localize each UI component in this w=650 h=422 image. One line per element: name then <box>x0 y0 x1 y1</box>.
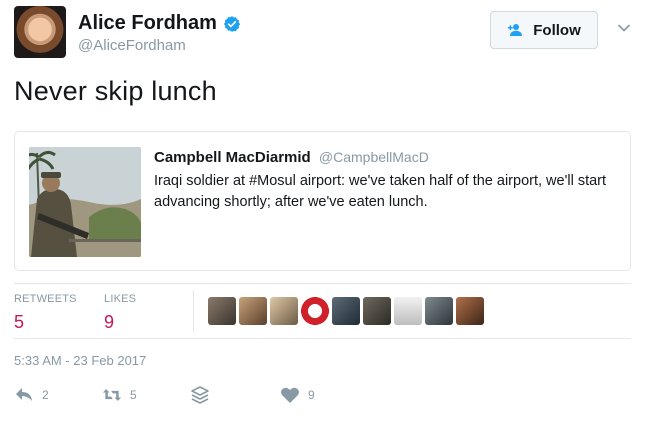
follow-button-label: Follow <box>533 21 581 39</box>
tweet-timestamp[interactable]: 5:33 AM - 23 Feb 2017 <box>14 353 146 368</box>
tweet-header: Alice Fordham @AliceFordham Follow <box>14 6 636 60</box>
heart-icon <box>281 387 299 403</box>
retweets-stat[interactable]: RETWEETS 5 <box>14 293 77 333</box>
author-avatar[interactable] <box>14 6 66 58</box>
liker-avatar[interactable] <box>301 297 329 325</box>
like-count: 9 <box>308 388 315 402</box>
likes-value: 9 <box>104 312 115 332</box>
author-name-block: Alice Fordham @AliceFordham <box>78 12 241 54</box>
chevron-down-icon[interactable] <box>616 20 632 36</box>
retweet-icon <box>102 389 122 401</box>
soldier-photo-illustration <box>29 147 141 257</box>
follow-person-icon <box>508 24 523 36</box>
quoted-display-name[interactable]: Campbell MacDiarmid <box>154 149 311 166</box>
tweet-stats: RETWEETS 5 LIKES 9 <box>14 283 631 339</box>
quoted-tweet-image[interactable] <box>29 147 141 257</box>
tweet-actions: 2 5 9 <box>14 386 334 408</box>
layers-icon <box>191 386 209 404</box>
likes-stat[interactable]: LIKES 9 <box>104 293 136 333</box>
layers-action[interactable] <box>190 386 210 404</box>
quoted-tweet[interactable]: Campbell MacDiarmid @CampbellMacD Iraqi … <box>14 131 631 271</box>
verified-badge-icon <box>223 15 241 32</box>
likers-avatars <box>208 297 484 325</box>
author-display-name-row[interactable]: Alice Fordham <box>78 12 241 35</box>
author-display-name[interactable]: Alice Fordham <box>78 12 217 35</box>
liker-avatar[interactable] <box>425 297 453 325</box>
reply-action[interactable]: 2 <box>14 386 49 404</box>
tweet-text: Never skip lunch <box>14 76 217 106</box>
liker-avatar[interactable] <box>363 297 391 325</box>
quoted-text: Iraqi soldier at #Mosul airport: we've t… <box>154 173 607 210</box>
retweets-label: RETWEETS <box>14 293 77 305</box>
stats-divider <box>193 290 194 332</box>
likes-label: LIKES <box>104 293 137 305</box>
liker-avatar[interactable] <box>208 297 236 325</box>
reply-count: 2 <box>42 388 49 402</box>
retweet-count: 5 <box>130 388 137 402</box>
retweets-value: 5 <box>14 312 25 332</box>
liker-avatar[interactable] <box>456 297 484 325</box>
retweet-action[interactable]: 5 <box>102 386 137 404</box>
liker-avatar[interactable] <box>270 297 298 325</box>
like-action[interactable]: 9 <box>280 386 315 404</box>
reply-icon <box>16 388 32 401</box>
liker-avatar[interactable] <box>332 297 360 325</box>
liker-avatar[interactable] <box>239 297 267 325</box>
quoted-handle[interactable]: @CampbellMacD <box>319 149 429 165</box>
quoted-author[interactable]: Campbell MacDiarmid @CampbellMacD <box>154 149 429 166</box>
author-handle[interactable]: @AliceFordham <box>78 37 241 54</box>
liker-avatar[interactable] <box>394 297 422 325</box>
follow-button[interactable]: Follow <box>490 11 598 49</box>
